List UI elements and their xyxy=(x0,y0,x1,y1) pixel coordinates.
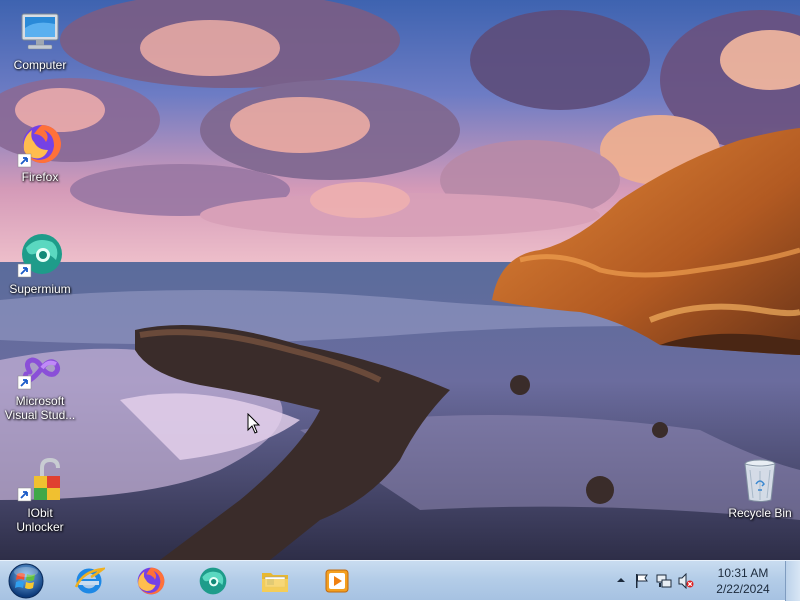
desktop-icon-label: Recycle Bin xyxy=(728,506,792,520)
chevron-up-icon[interactable] xyxy=(616,575,626,585)
recycle-bin-icon xyxy=(744,459,776,502)
windows-orb-icon xyxy=(8,563,44,599)
firefox-icon xyxy=(17,124,62,168)
clock-time: 10:31 AM xyxy=(717,566,769,580)
desktop-icon-supermium[interactable]: Supermium xyxy=(2,232,78,296)
taskbar: 10:31 AM 2/22/2024 xyxy=(0,560,800,601)
mouse-cursor-icon xyxy=(247,413,261,434)
desktop-icon-computer[interactable]: Computer xyxy=(2,8,78,72)
desktop-icon-recycle-bin[interactable]: Recycle Bin xyxy=(722,456,798,520)
taskbar-button-file-explorer[interactable] xyxy=(248,563,302,599)
desktop-icon-iobit-unlocker[interactable]: IObit Unlocker xyxy=(2,456,78,534)
network-icon[interactable] xyxy=(656,573,672,589)
desktop[interactable]: Computer Firefox Supermium Microsoft Vis… xyxy=(0,0,800,560)
flag-icon[interactable] xyxy=(634,573,650,589)
computer-icon xyxy=(21,13,59,50)
media-player-icon xyxy=(325,569,349,593)
visual-studio-icon xyxy=(17,357,61,390)
desktop-icon-visual-studio[interactable]: Microsoft Visual Stud... xyxy=(2,352,78,422)
taskbar-button-firefox[interactable] xyxy=(124,563,178,599)
volume-muted-icon[interactable] xyxy=(678,573,694,589)
desktop-icon-label: Computer xyxy=(13,58,67,72)
desktop-icon-firefox[interactable]: Firefox xyxy=(2,120,78,184)
system-tray: 10:31 AM 2/22/2024 xyxy=(610,561,800,601)
internet-explorer-icon xyxy=(74,567,105,594)
desktop-icon-label: IObit Unlocker xyxy=(16,506,64,534)
show-desktop-button[interactable] xyxy=(785,561,800,601)
desktop-icon-label-line2: Visual Stud... xyxy=(4,408,76,422)
desktop-icon-label: Supermium xyxy=(9,282,71,296)
clock-date: 2/22/2024 xyxy=(716,582,770,596)
start-button[interactable] xyxy=(6,562,46,600)
supermium-icon xyxy=(17,234,62,278)
folder-icon xyxy=(262,573,288,592)
wallpaper-beach-sunset xyxy=(0,0,800,560)
supermium-icon xyxy=(199,567,227,595)
desktop-icon-label-line1: Microsoft xyxy=(15,394,65,408)
taskbar-button-media-player[interactable] xyxy=(310,563,364,599)
desktop-icon-label: Firefox xyxy=(21,170,59,184)
firefox-icon xyxy=(137,567,165,595)
taskbar-button-internet-explorer[interactable] xyxy=(62,563,116,599)
taskbar-button-supermium[interactable] xyxy=(186,563,240,599)
clock[interactable]: 10:31 AM 2/22/2024 xyxy=(712,565,774,597)
iobit-unlocker-icon xyxy=(17,457,60,502)
